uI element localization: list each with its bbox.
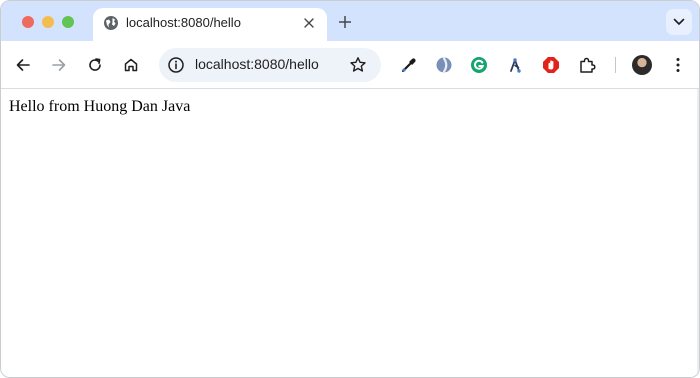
tab-close-icon[interactable] xyxy=(299,13,319,33)
new-tab-icon[interactable] xyxy=(334,11,356,33)
reload-icon[interactable] xyxy=(83,53,107,77)
home-icon[interactable] xyxy=(119,53,143,77)
browser-window: localhost:8080/hello localhost:8080/hell… xyxy=(0,0,700,378)
maximize-window-button[interactable] xyxy=(62,16,74,28)
tab-strip: localhost:8080/hello xyxy=(1,1,699,42)
puzzle-icon[interactable] xyxy=(575,53,599,77)
tab-title: localhost:8080/hello xyxy=(126,15,241,30)
grammarly-icon[interactable] xyxy=(467,53,491,77)
bookmark-star-icon[interactable] xyxy=(349,56,367,74)
profile-avatar[interactable] xyxy=(632,55,652,75)
page-content: Hello from Huong Dan Java xyxy=(1,89,699,377)
more-vertical-icon[interactable] xyxy=(666,53,690,77)
forward-arrow-icon[interactable] xyxy=(47,53,71,77)
browser-toolbar: localhost:8080/hello xyxy=(1,41,699,89)
stop-sign-icon[interactable] xyxy=(539,53,563,77)
site-info-icon[interactable] xyxy=(167,56,185,74)
eyedropper-icon[interactable] xyxy=(397,53,421,77)
globe-icon xyxy=(103,15,119,31)
page-text: Hello from Huong Dan Java xyxy=(9,98,191,115)
git-branch-icon[interactable] xyxy=(503,53,527,77)
tab-active[interactable]: localhost:8080/hello xyxy=(93,8,327,42)
url-text[interactable]: localhost:8080/hello xyxy=(195,56,319,72)
toolbar-divider xyxy=(615,57,616,73)
cloud-extension-icon[interactable] xyxy=(432,53,456,77)
back-arrow-icon[interactable] xyxy=(11,53,35,77)
address-bar[interactable]: localhost:8080/hello xyxy=(159,48,381,82)
close-window-button[interactable] xyxy=(22,16,34,28)
minimize-window-button[interactable] xyxy=(42,16,54,28)
scrollbar-edge xyxy=(697,89,699,377)
tab-search-chevron-down-icon[interactable] xyxy=(666,9,692,35)
